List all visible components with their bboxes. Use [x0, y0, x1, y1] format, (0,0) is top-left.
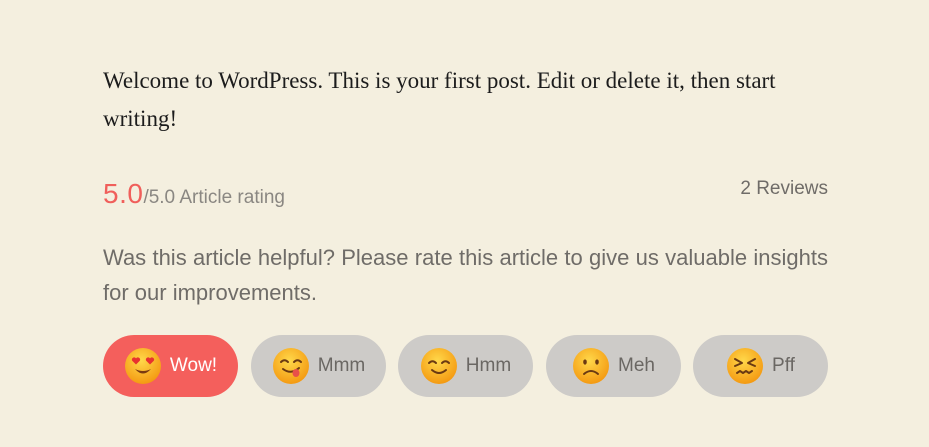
hmm-button[interactable]: Hmm	[398, 335, 533, 397]
score-value: 5.0	[103, 178, 144, 209]
meh-label: Meh	[618, 355, 655, 376]
smile-emoji-icon	[420, 348, 457, 384]
hmm-label: Hmm	[465, 355, 512, 376]
heart-eyes-emoji-icon	[124, 348, 161, 384]
angry-emoji-icon	[727, 348, 764, 384]
rating-summary: 5.0/5.0 Article rating 2 Reviews	[103, 178, 828, 218]
yum-emoji-icon	[272, 348, 309, 384]
reaction-buttons: Wow! Mmm Hmm Meh Pff	[103, 335, 828, 397]
meh-button[interactable]: Meh	[546, 335, 681, 397]
frown-emoji-icon	[573, 348, 610, 384]
helpful-prompt: Was this article helpful? Please rate th…	[103, 245, 828, 305]
pff-label: Pff	[772, 355, 795, 376]
wow-label: Wow!	[169, 355, 218, 376]
score-suffix: /5.0 Article rating	[143, 187, 285, 208]
article-score: 5.0/5.0 Article rating	[103, 178, 285, 210]
wow-button[interactable]: Wow!	[103, 335, 238, 397]
pff-button[interactable]: Pff	[693, 335, 828, 397]
mmm-button[interactable]: Mmm	[251, 335, 386, 397]
post-body: Welcome to WordPress. This is your first…	[103, 68, 776, 131]
review-count: 2 Reviews	[740, 178, 828, 199]
mmm-label: Mmm	[317, 355, 366, 376]
